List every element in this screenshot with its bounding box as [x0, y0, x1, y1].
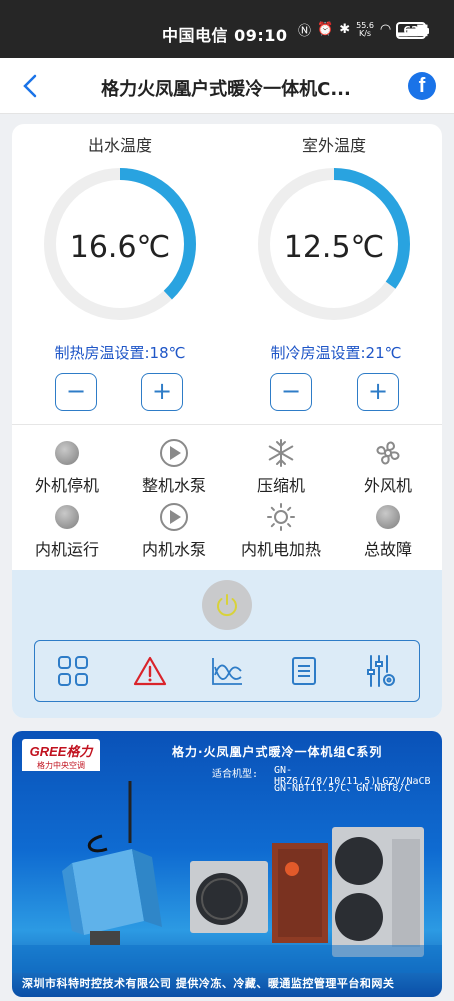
top-navigation: 格力火凤凰户式暖冷一体机C... — [0, 58, 454, 114]
status-main-pump: 整机水泵 — [119, 438, 229, 496]
facebook-icon: f — [418, 75, 426, 97]
carrier-time: 中国电信 09:10 — [162, 26, 288, 45]
lamp-icon — [55, 505, 79, 529]
page-title: 格力火凤凰户式暖冷一体机C... — [101, 79, 351, 100]
power-button[interactable] — [202, 580, 252, 630]
gauge-label: 室外温度 — [301, 136, 366, 155]
status-general-fault: 总故障 — [333, 502, 442, 560]
status-indoor-run: 内机运行 — [12, 502, 122, 560]
power-icon — [217, 594, 237, 617]
status-outdoor-stop: 外机停机 — [12, 438, 122, 496]
facebook-share-button[interactable]: f — [408, 72, 436, 100]
overview-button[interactable] — [53, 651, 93, 691]
control-area — [12, 570, 442, 718]
banner-footer: 深圳市科特时控技术有限公司 提供冷冻、冷藏、暖通监控管理平台和网关 — [22, 977, 395, 990]
banner-products-image — [12, 781, 442, 973]
cooling-increase-button[interactable]: + — [357, 373, 399, 411]
alarm-button[interactable] — [130, 651, 170, 691]
divider — [12, 424, 442, 425]
function-toolbar — [34, 640, 420, 702]
status-bar: 中国电信 09:10 Ⓝ ⏰ ✱ 55.6 K/s ◠ ▂▄▆ 63 — [0, 0, 454, 58]
grid-icon — [58, 656, 89, 686]
records-button[interactable] — [284, 651, 324, 691]
bluetooth-icon: ✱ — [339, 22, 351, 37]
wifi-icon: ◠ — [379, 22, 392, 37]
heating-decrease-button[interactable]: − — [55, 373, 97, 411]
chart-icon — [212, 658, 242, 685]
nfc-icon: Ⓝ — [298, 24, 312, 39]
cooling-setpoint: 制冷房温设置:21℃ — [270, 344, 402, 362]
lamp-icon — [376, 505, 400, 529]
network-speed: 55.6 K/s — [356, 20, 374, 38]
heating-increase-button[interactable]: + — [141, 373, 183, 411]
status-indoor-heater: 内机电加热 — [226, 502, 336, 560]
gauge-value: 16.6℃ — [69, 230, 171, 265]
parameters-button[interactable] — [361, 651, 401, 691]
play-icon — [160, 439, 188, 467]
play-icon — [160, 503, 188, 531]
cooling-decrease-button[interactable]: − — [270, 373, 312, 411]
trend-chart-button[interactable] — [207, 651, 247, 691]
sun-icon — [267, 503, 295, 531]
battery-indicator: 63 — [396, 22, 429, 39]
gauge-value: 12.5℃ — [283, 230, 385, 265]
device-panel: 出水温度 16.6℃ 室外温度 12.5℃ 制热房温设置:18℃ 制冷房温设置:… — [12, 124, 442, 718]
promo-banner[interactable]: GREE格力 格力中央空调 格力·火凤凰户式暖冷一体机组C系列 适合机型: GN… — [12, 731, 442, 997]
heating-setpoint: 制热房温设置:18℃ — [54, 344, 186, 362]
warning-icon — [134, 656, 167, 686]
gauge-label: 出水温度 — [87, 136, 152, 155]
alarm-icon: ⏰ — [317, 22, 334, 37]
list-icon — [291, 657, 316, 685]
snowflake-icon — [268, 439, 294, 467]
status-outdoor-fan: 外风机 — [333, 438, 442, 496]
settings-sliders-icon — [366, 655, 395, 687]
fan-icon — [376, 441, 400, 465]
gauge-outdoor: 室外温度 12.5℃ — [253, 134, 415, 324]
status-compressor: 压缩机 — [226, 438, 336, 496]
back-button[interactable] — [22, 73, 38, 103]
status-indoor-pump: 内机水泵 — [119, 502, 229, 560]
gauge-water-outlet: 出水温度 16.6℃ — [39, 134, 201, 324]
chevron-left-icon — [23, 74, 37, 98]
lamp-icon — [55, 441, 79, 465]
